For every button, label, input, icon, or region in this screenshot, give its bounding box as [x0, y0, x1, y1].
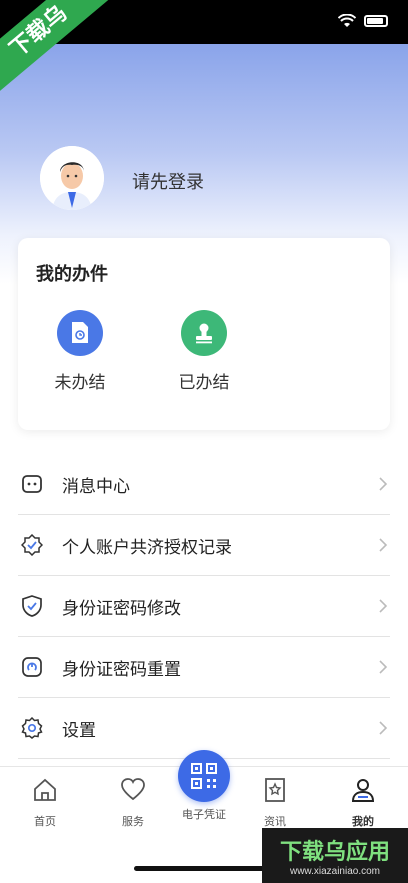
- task-completed-button[interactable]: 已办结: [154, 310, 254, 393]
- chevron-right-icon: [379, 721, 388, 735]
- menu-label-authorization-records: 个人账户共济授权记录: [62, 537, 232, 558]
- battery-icon: [364, 15, 388, 27]
- watermark: 下载乌应用 www.xiazainiao.com: [262, 828, 408, 883]
- tab-news-label: 资讯: [264, 815, 286, 828]
- login-prompt[interactable]: 请先登录: [132, 168, 204, 194]
- menu-label-settings: 设置: [62, 720, 96, 741]
- avatar[interactable]: [40, 146, 104, 210]
- wifi-icon: [338, 14, 356, 27]
- avatar-person-icon: [40, 146, 104, 210]
- watermark-title: 下载乌应用: [279, 840, 390, 865]
- tab-mine[interactable]: 我的: [333, 777, 393, 829]
- watermark-subtitle: www.xiazainiao.com: [289, 866, 381, 877]
- menu-item-message-center[interactable]: 消息中心: [18, 454, 390, 515]
- status-icons: [338, 14, 388, 28]
- tab-home[interactable]: 首页: [15, 777, 75, 829]
- my-tasks-card: 我的办件 未办结 已办结: [18, 238, 390, 430]
- gear-icon: [20, 716, 44, 740]
- tab-home-label: 首页: [34, 815, 56, 828]
- menu-item-id-password-change[interactable]: 身份证密码修改: [18, 576, 390, 637]
- reset-icon: [20, 655, 44, 679]
- task-pending-label: 未办结: [54, 373, 106, 393]
- settings-menu: 消息中心 个人账户共济授权记录 身份证密码修改 身份证密码重置 设置: [18, 454, 390, 759]
- tab-news[interactable]: 资讯: [245, 777, 305, 829]
- menu-label-message-center: 消息中心: [62, 476, 130, 497]
- tab-services-label: 服务: [122, 815, 144, 828]
- menu-label-id-password-reset: 身份证密码重置: [62, 659, 181, 680]
- qrcode-icon: [191, 763, 217, 789]
- user-icon: [351, 779, 375, 802]
- chevron-right-icon: [379, 538, 388, 552]
- chevron-right-icon: [379, 477, 388, 491]
- bookmark-star-icon: [265, 778, 285, 802]
- menu-item-authorization-records[interactable]: 个人账户共济授权记录: [18, 515, 390, 576]
- home-icon: [34, 778, 56, 801]
- heart-icon: [121, 778, 145, 801]
- tab-e-certificate[interactable]: [178, 750, 230, 802]
- shield-check-icon: [20, 594, 44, 618]
- task-pending-button[interactable]: 未办结: [30, 310, 130, 393]
- my-tasks-title: 我的办件: [36, 264, 108, 285]
- task-completed-label: 已办结: [178, 373, 230, 393]
- menu-label-id-password-change: 身份证密码修改: [62, 598, 181, 619]
- chevron-right-icon: [379, 599, 388, 613]
- message-icon: [20, 472, 44, 496]
- tab-services[interactable]: 服务: [103, 777, 163, 829]
- home-indicator: [134, 866, 274, 871]
- chevron-right-icon: [379, 660, 388, 674]
- tab-e-certificate-label: 电子凭证: [182, 808, 226, 821]
- stamp-icon: [181, 310, 227, 356]
- menu-item-id-password-reset[interactable]: 身份证密码重置: [18, 637, 390, 698]
- badge-check-icon: [20, 533, 44, 557]
- document-clock-icon: [57, 310, 103, 356]
- tab-mine-label: 我的: [352, 815, 374, 828]
